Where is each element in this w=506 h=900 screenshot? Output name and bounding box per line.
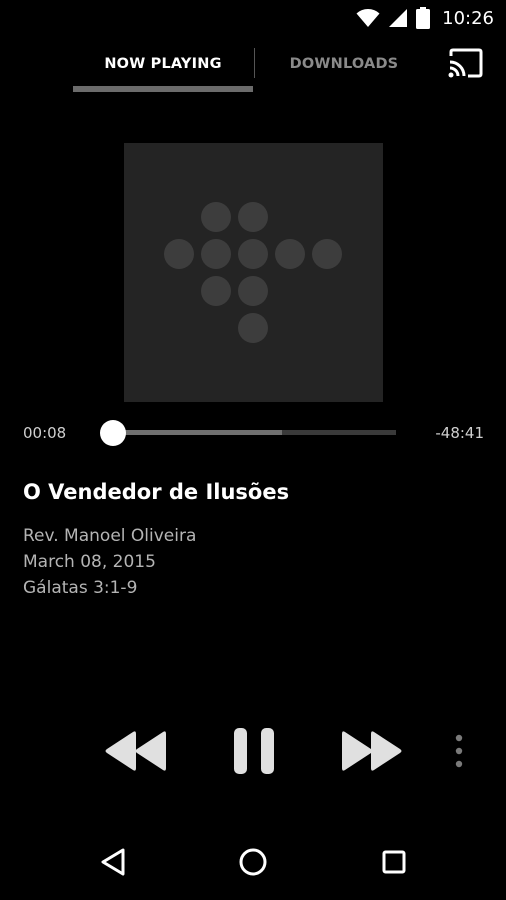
more-vertical-icon xyxy=(455,734,463,768)
tab-downloads[interactable]: DOWNLOADS xyxy=(255,36,433,92)
status-time: 10:26 xyxy=(442,7,494,29)
seek-thumb[interactable] xyxy=(99,420,126,446)
tab-active-indicator xyxy=(73,86,253,92)
rewind-button[interactable] xyxy=(103,728,169,774)
battery-icon xyxy=(416,7,431,29)
fast-forward-icon xyxy=(342,731,402,771)
wifi-icon xyxy=(356,9,380,27)
cast-icon xyxy=(448,48,483,78)
remaining-time: -48:41 xyxy=(435,424,484,442)
nav-recents-button[interactable] xyxy=(381,849,407,875)
system-nav-bar xyxy=(0,830,506,900)
fast-forward-button[interactable] xyxy=(340,728,404,774)
tab-now-playing[interactable]: NOW PLAYING xyxy=(73,36,253,92)
pause-icon xyxy=(234,728,274,774)
more-options-button[interactable] xyxy=(450,733,468,771)
dots-logo-icon xyxy=(164,202,342,343)
tab-bar: NOW PLAYING DOWNLOADS xyxy=(0,36,506,96)
track-date: March 08, 2015 xyxy=(23,552,156,572)
track-title: O Vendedor de Ilusões xyxy=(23,480,290,504)
pause-button[interactable] xyxy=(232,726,276,776)
home-icon xyxy=(239,848,267,876)
rewind-icon xyxy=(105,731,166,771)
elapsed-time: 00:08 xyxy=(23,424,67,442)
seek-buffer xyxy=(112,430,283,435)
back-icon xyxy=(101,848,125,876)
album-artwork xyxy=(124,143,383,402)
nav-back-button[interactable] xyxy=(99,847,127,877)
status-icons: 10:26 xyxy=(356,6,494,30)
track-passage: Gálatas 3:1-9 xyxy=(23,578,138,598)
cast-button[interactable] xyxy=(448,48,484,78)
recents-icon xyxy=(382,850,406,874)
seek-bar[interactable] xyxy=(112,430,396,435)
track-speaker: Rev. Manoel Oliveira xyxy=(23,526,197,546)
status-bar: 10:26 xyxy=(0,0,506,36)
nav-home-button[interactable] xyxy=(238,847,268,877)
signal-icon xyxy=(389,9,408,27)
